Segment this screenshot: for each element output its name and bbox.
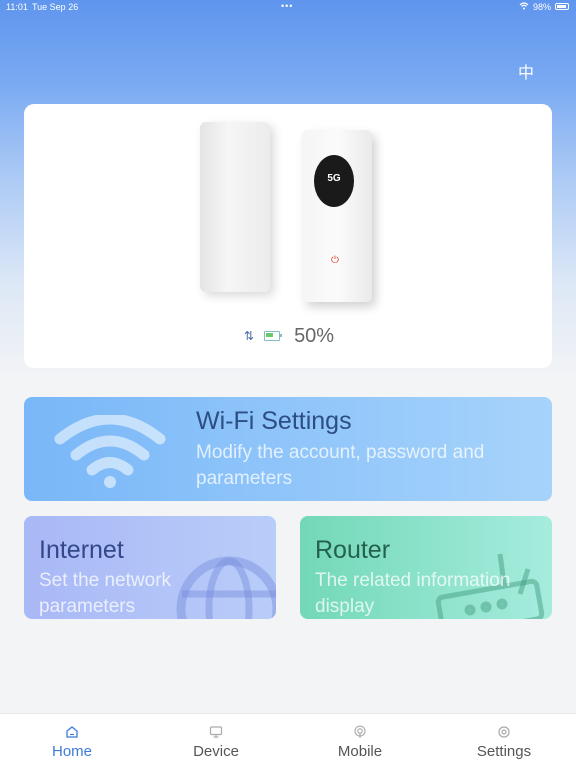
tab-mobile-label: Mobile: [337, 743, 383, 760]
signal-icon: [354, 725, 366, 738]
multitask-dots-icon[interactable]: •••: [281, 1, 293, 11]
status-time: 11:01: [6, 2, 28, 12]
wifi-icon: [54, 415, 166, 488]
device-screen: 5G: [314, 155, 354, 207]
tab-bar: Home Device Mobile Settings: [0, 713, 576, 769]
home-icon: [66, 726, 78, 738]
tab-home-label: Home: [51, 743, 92, 760]
router-device-front-image: 5G ⏻: [302, 130, 372, 302]
tab-settings[interactable]: Settings: [432, 714, 576, 769]
status-date: Tue Sep 26: [32, 2, 79, 12]
router-device-back-image: [200, 122, 270, 292]
tab-mobile[interactable]: Mobile: [288, 714, 432, 769]
battery-icon: [264, 331, 283, 341]
language-toggle-button[interactable]: 中: [516, 64, 536, 84]
battery-status-icon: [555, 3, 569, 10]
tab-settings-label: Settings: [476, 743, 532, 760]
wifi-status-icon: [519, 2, 529, 12]
wifi-settings-title: Wi-Fi Settings: [196, 407, 352, 435]
internet-subtitle: Set the network parameters: [39, 570, 172, 617]
gear-icon: [498, 726, 510, 738]
tab-home[interactable]: Home: [0, 714, 144, 769]
device-card: 5G ⏻ ⇅ 50%: [24, 104, 552, 368]
tab-device[interactable]: Device: [144, 714, 288, 769]
status-battery-percent: 98%: [533, 2, 552, 12]
status-bar: 11:01 Tue Sep 26 ••• 98%: [0, 0, 576, 14]
power-icon: ⏻: [331, 255, 339, 266]
wifi-settings-card[interactable]: Wi-Fi Settings Modify the account, passw…: [24, 397, 552, 501]
router-title: Router: [315, 536, 391, 564]
router-subtitle: The related information display: [315, 570, 511, 617]
device-status-row: ⇅ 50%: [244, 324, 334, 348]
internet-title: Internet: [39, 536, 124, 564]
tab-device-label: Device: [193, 743, 239, 760]
internet-card[interactable]: Internet Set the network parameters: [24, 516, 276, 619]
monitor-icon: [209, 726, 223, 738]
data-transfer-icon: ⇅: [244, 329, 255, 343]
battery-percent: 50%: [294, 324, 335, 347]
device-screen-label: 5G: [327, 173, 341, 184]
wifi-settings-subtitle: Modify the account, password and paramet…: [196, 442, 485, 489]
router-card[interactable]: Router The related information display: [300, 516, 552, 619]
